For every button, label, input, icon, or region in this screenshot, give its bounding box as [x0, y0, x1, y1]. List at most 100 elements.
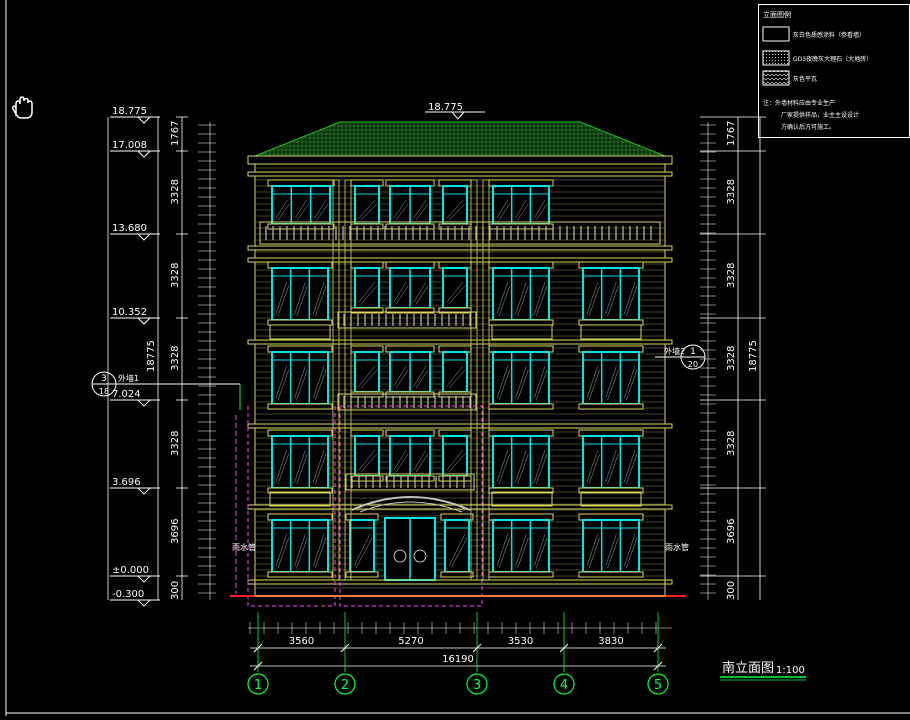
legend-swatch-tile: [762, 70, 790, 86]
panel: [580, 324, 642, 340]
left-level-value: 7.024: [112, 389, 141, 400]
downpipe-label-left: 雨水管: [232, 542, 256, 552]
legend-note-3: 方确认后方可施工。: [781, 123, 835, 131]
window: [267, 429, 333, 494]
right-segment-value: 3328: [726, 431, 737, 456]
left-level-marker: [137, 150, 151, 158]
callout-right-label: 外墙2: [664, 346, 685, 356]
hand-pointer-icon: [11, 96, 33, 119]
window-sill: [438, 475, 472, 482]
window: [267, 513, 333, 578]
axis-number: 4: [560, 678, 568, 693]
downpipe-label-right: 雨水管: [665, 542, 689, 552]
left-level-value: 3.696: [112, 477, 141, 488]
detail-callout-right[interactable]: 1 20 外墙2: [655, 344, 706, 370]
window: [350, 261, 384, 314]
window: [267, 345, 333, 410]
legend-swatch-dots: [762, 50, 790, 66]
window-sill: [350, 475, 384, 482]
legend-heading: 立面图例: [763, 10, 791, 19]
callout-right-number: 1: [690, 347, 696, 357]
drawing-title-block: 南立面图 1:100: [720, 660, 806, 681]
total-dim-value: 16190: [442, 654, 474, 665]
axis-number: 3: [473, 678, 481, 693]
window-frame: [492, 185, 550, 225]
window: [438, 345, 472, 398]
window-frame: [442, 185, 468, 225]
roof: [254, 121, 666, 157]
legend-item-2: GD3夜晚灰大理石（大地砖）: [793, 55, 872, 63]
window: [488, 261, 554, 326]
left-level-value: 10.352: [112, 307, 147, 318]
floor-band: [247, 257, 673, 263]
axis-number: 1: [254, 678, 262, 693]
left-segment-value: 3696: [170, 519, 181, 544]
legend-note-1: 外墙材料应由专业生产: [775, 99, 835, 107]
window: [267, 261, 333, 326]
left-segment-value: 3328: [170, 263, 181, 288]
axis-number: 5: [654, 678, 662, 693]
window: [438, 261, 472, 314]
left-level-value: ±0.000: [112, 565, 149, 576]
left-segment-value: 300: [170, 581, 181, 600]
bottom-dimension-lines: 3560 5270 3530 3830 16190 1 2 3 4 5: [247, 612, 672, 695]
right-segment-value: 3328: [726, 346, 737, 371]
axis-number: 2: [341, 678, 349, 693]
left-level-value: 18.775: [112, 106, 147, 117]
window-sill: [578, 571, 644, 578]
floor-band: [247, 339, 673, 345]
roof-eave: [247, 155, 673, 165]
left-segment-value: 3328: [170, 431, 181, 456]
roof-top-elevation-marker: 18.775: [425, 102, 485, 120]
window-sill: [578, 403, 644, 410]
window: [385, 261, 435, 314]
window: [488, 345, 554, 410]
left-segment-value: 3328: [170, 346, 181, 371]
left-level-value: 17.008: [112, 140, 147, 151]
window: [385, 345, 435, 398]
window-sill: [385, 475, 435, 482]
left-level-marker: [137, 575, 151, 583]
legend-note-title: 注：: [763, 99, 775, 107]
left-level-marker: [137, 599, 151, 607]
callout-left-sheet: 18: [99, 387, 109, 396]
window-frame: [354, 185, 380, 225]
window: [488, 429, 554, 494]
legend-panel: 立面图例 灰白色质感涂料（参看墙） GD3夜晚灰大理石（大地砖） 灰色平瓦 注：…: [758, 4, 910, 138]
window: [350, 345, 384, 398]
building-elevation: [230, 121, 686, 607]
window: [438, 429, 472, 482]
window: [440, 513, 474, 578]
right-segment-value: 3328: [726, 179, 737, 204]
window: [578, 513, 644, 578]
left-level-marker: [137, 487, 151, 495]
panel: [269, 324, 331, 340]
left-level-value: 13.680: [112, 223, 147, 234]
window-sill: [440, 571, 474, 578]
left-segment-value: 1767: [170, 121, 181, 146]
left-level-marker: [137, 317, 151, 325]
panel: [491, 324, 553, 340]
cad-drawing-area[interactable]: 18.775 17.008 13.680 10.352 7.024 3.696 ±0.000…: [0, 0, 910, 716]
legend-item-3: 灰色平瓦: [793, 75, 817, 83]
floor-band: [247, 423, 673, 429]
right-segment-value: 1767: [726, 121, 737, 146]
window: [578, 261, 644, 326]
legend-item-1: 灰白色质感涂料（参看墙）: [793, 31, 865, 39]
window-sill: [488, 319, 554, 326]
floor-band: [247, 579, 673, 585]
window-sill: [267, 403, 333, 410]
window: [578, 429, 644, 494]
detail-callout-left[interactable]: 3 18 外墙1: [91, 371, 241, 410]
axis-dim-value: 5270: [398, 636, 423, 647]
window-sill: [267, 319, 333, 326]
window-sill: [267, 571, 333, 578]
window: [385, 429, 435, 482]
window-sill: [578, 319, 644, 326]
window: [578, 345, 644, 410]
window-sill: [488, 223, 554, 230]
axis-dim-value: 3530: [508, 636, 533, 647]
callout-left-number: 3: [101, 374, 107, 384]
floor-band: [247, 245, 673, 251]
window-sill: [488, 403, 554, 410]
